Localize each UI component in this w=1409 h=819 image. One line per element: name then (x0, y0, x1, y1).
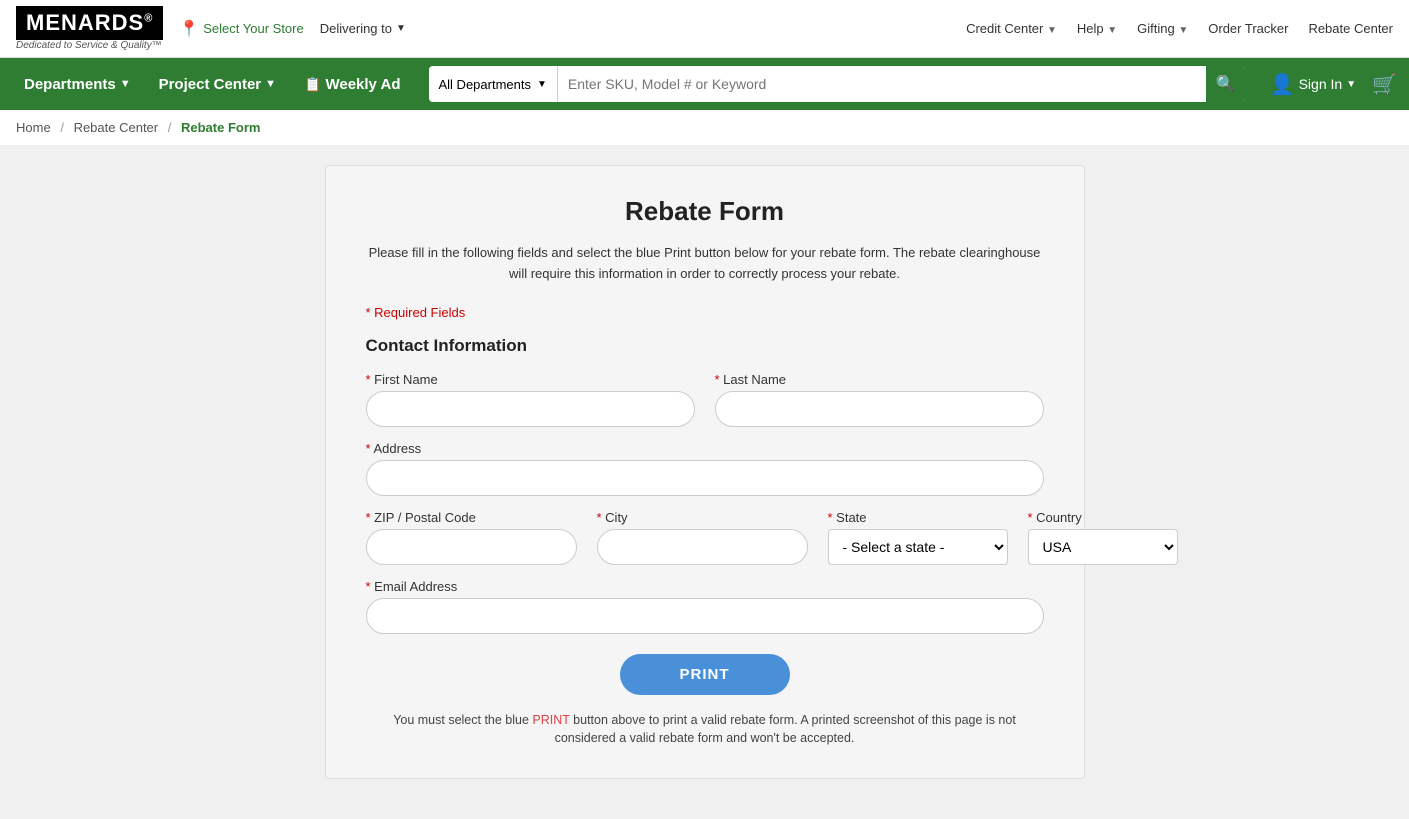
user-icon: 👤 (1270, 72, 1295, 97)
chevron-down-icon: ▼ (396, 23, 406, 34)
city-label: * City (597, 510, 808, 525)
order-tracker-link[interactable]: Order Tracker (1208, 21, 1288, 36)
country-label: * Country (1028, 510, 1178, 525)
logo-superscript: ® (144, 13, 153, 25)
help-link[interactable]: Help ▼ (1077, 21, 1117, 36)
required-asterisk: * (715, 372, 724, 387)
project-center-nav[interactable]: Project Center ▼ (147, 58, 288, 110)
form-description: Please fill in the following fields and … (366, 243, 1044, 285)
gifting-link[interactable]: Gifting ▼ (1137, 21, 1188, 36)
chevron-down-icon: ▼ (1047, 25, 1057, 36)
project-center-label: Project Center (159, 76, 262, 93)
state-group: * State - Select a state - (828, 510, 1008, 565)
breadcrumb-separator: / (168, 120, 172, 135)
required-asterisk: * (597, 510, 606, 525)
first-name-group: * First Name (366, 372, 695, 427)
chevron-down-icon: ▼ (120, 78, 131, 90)
rebate-form-container: Rebate Form Please fill in the following… (325, 165, 1085, 779)
top-bar-right: Credit Center ▼ Help ▼ Gifting ▼ Order T… (966, 21, 1393, 36)
last-name-input[interactable] (715, 391, 1044, 427)
search-dept-selector[interactable]: All Departments ▼ (429, 66, 558, 102)
search-dept-label: All Departments (439, 77, 531, 92)
address-row: * Address (366, 441, 1044, 496)
calendar-icon: 📋 (304, 76, 321, 93)
email-label: * Email Address (366, 579, 1044, 594)
logo-tagline: Dedicated to Service & Quality™ (16, 40, 162, 51)
required-asterisk: * (828, 510, 837, 525)
email-row: * Email Address (366, 579, 1044, 634)
cart-icon[interactable]: 🛒 (1372, 72, 1397, 97)
store-selector-label: Select Your Store (203, 21, 303, 36)
sign-in-label: Sign In (1299, 76, 1343, 92)
email-group: * Email Address (366, 579, 1044, 634)
search-input[interactable] (558, 66, 1206, 102)
chevron-down-icon: ▼ (1178, 25, 1188, 36)
city-input[interactable] (597, 529, 808, 565)
address-label: * Address (366, 441, 1044, 456)
print-note: You must select the blue PRINT button ab… (366, 711, 1044, 749)
nav-right: 👤 Sign In ▼ 🛒 (1262, 72, 1397, 97)
first-name-label: * First Name (366, 372, 695, 387)
store-selector[interactable]: 📍 Select Your Store (179, 19, 303, 39)
rebate-center-link[interactable]: Rebate Center (1308, 21, 1393, 36)
current-page-breadcrumb: Rebate Form (181, 120, 260, 135)
form-title: Rebate Form (366, 196, 1044, 227)
print-button[interactable]: PRINT (620, 654, 790, 695)
delivering-to[interactable]: Delivering to ▼ (320, 21, 406, 36)
nav-bar: Departments ▼ Project Center ▼ 📋 Weekly … (0, 58, 1409, 110)
first-name-input[interactable] (366, 391, 695, 427)
print-note-highlight: PRINT (532, 713, 569, 727)
menards-logo[interactable]: MENARDS® (16, 6, 163, 40)
country-select[interactable]: USA (1028, 529, 1178, 565)
required-asterisk: * (366, 510, 375, 525)
last-name-group: * Last Name (715, 372, 1044, 427)
breadcrumb: Home / Rebate Center / Rebate Form (0, 110, 1409, 145)
weekly-ad-nav[interactable]: 📋 Weekly Ad (292, 58, 412, 110)
logo-area: MENARDS® Dedicated to Service & Quality™ (16, 6, 163, 51)
top-bar: MENARDS® Dedicated to Service & Quality™… (0, 0, 1409, 58)
city-group: * City (597, 510, 808, 565)
address-input[interactable] (366, 460, 1044, 496)
chevron-down-icon: ▼ (1346, 79, 1356, 90)
required-asterisk: * (366, 372, 375, 387)
home-link[interactable]: Home (16, 120, 51, 135)
email-input[interactable] (366, 598, 1044, 634)
chevron-down-icon: ▼ (1107, 25, 1117, 36)
search-button[interactable]: 🔍 (1206, 66, 1246, 102)
main-content: Rebate Form Please fill in the following… (0, 145, 1409, 819)
last-name-label: * Last Name (715, 372, 1044, 387)
address-group: * Address (366, 441, 1044, 496)
state-select[interactable]: - Select a state - (828, 529, 1008, 565)
state-label: * State (828, 510, 1008, 525)
name-row: * First Name * Last Name (366, 372, 1044, 427)
search-bar: All Departments ▼ 🔍 (429, 66, 1246, 102)
zip-input[interactable] (366, 529, 577, 565)
country-group: * Country USA (1028, 510, 1178, 565)
delivering-label: Delivering to (320, 21, 392, 36)
top-bar-left: MENARDS® Dedicated to Service & Quality™… (16, 6, 406, 51)
weekly-ad-label: Weekly Ad (325, 76, 400, 93)
chevron-down-icon: ▼ (265, 78, 276, 90)
zip-group: * ZIP / Postal Code (366, 510, 577, 565)
breadcrumb-separator: / (60, 120, 64, 135)
required-fields-note: * Required Fields (366, 305, 1044, 320)
search-icon: 🔍 (1216, 74, 1236, 94)
zip-label: * ZIP / Postal Code (366, 510, 577, 525)
chevron-down-icon: ▼ (537, 79, 547, 90)
departments-label: Departments (24, 76, 116, 93)
sign-in-button[interactable]: 👤 Sign In ▼ (1262, 72, 1364, 97)
logo-text: MENARDS (26, 10, 144, 35)
pin-icon: 📍 (179, 19, 199, 39)
departments-nav[interactable]: Departments ▼ (12, 58, 143, 110)
credit-center-link[interactable]: Credit Center ▼ (966, 21, 1057, 36)
required-asterisk: * (366, 579, 375, 594)
required-asterisk: * (1028, 510, 1037, 525)
location-row: * ZIP / Postal Code * City * State - Sel… (366, 510, 1044, 565)
rebate-center-breadcrumb-link[interactable]: Rebate Center (74, 120, 159, 135)
contact-section-title: Contact Information (366, 336, 1044, 356)
